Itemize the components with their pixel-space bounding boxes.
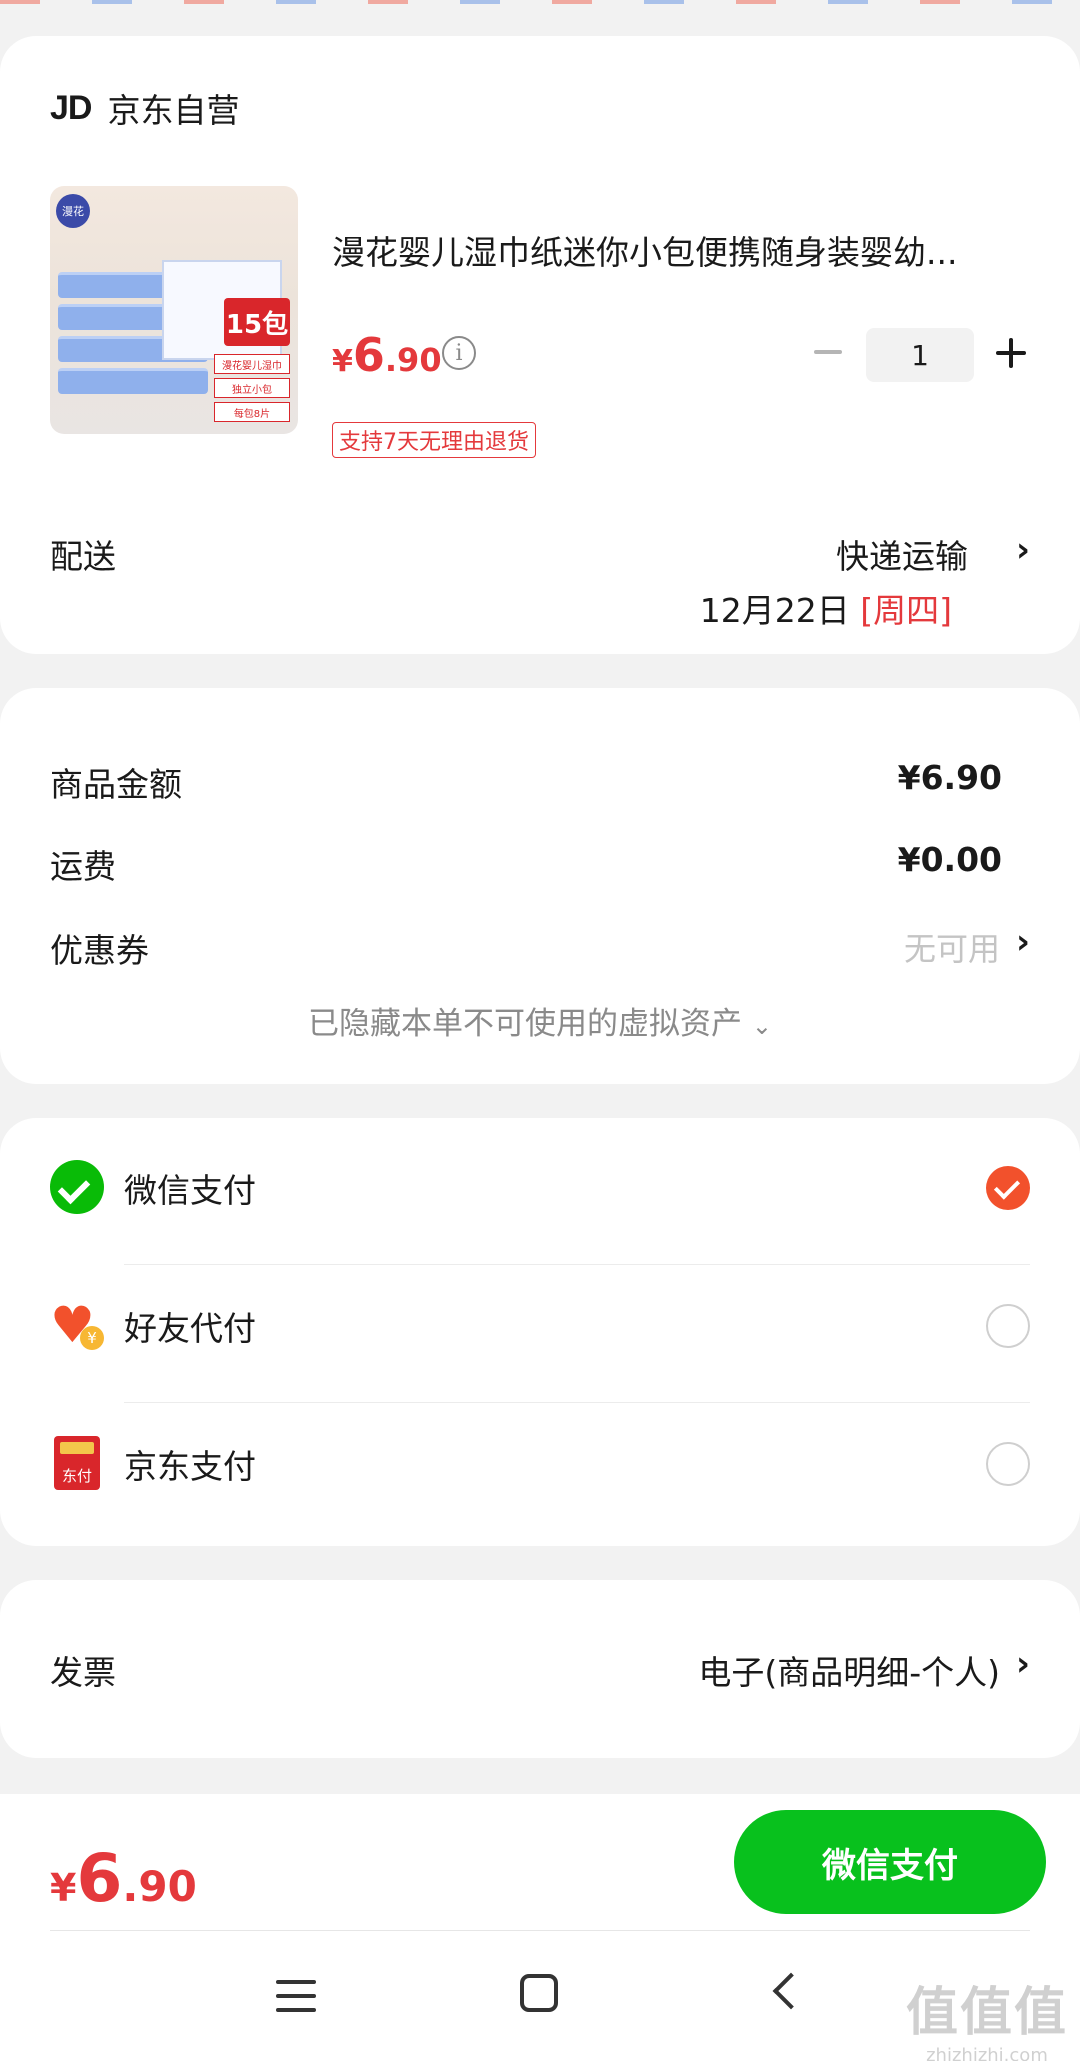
chevron-right-icon[interactable]: › (1016, 1644, 1030, 1684)
pack-count-badge: 15包 (224, 298, 290, 346)
envelope-stripe (0, 0, 1080, 4)
hidden-assets-text: 已隐藏本单不可使用的虚拟资产 (308, 1006, 743, 1042)
total-decimal: .90 (122, 1862, 197, 1911)
jd-logo-icon: JD (50, 88, 92, 127)
invoice-card[interactable]: 发票 电子(商品明细-个人) › (0, 1580, 1080, 1758)
payment-option-label: 京东支付 (124, 1447, 256, 1486)
quantity-input[interactable]: 1 (866, 328, 974, 382)
unselected-radio-icon[interactable] (986, 1442, 1030, 1486)
divider (50, 1930, 1030, 1931)
jd-pay-icon: 东付 (54, 1436, 100, 1490)
shipping-fee-value: ¥0.00 (897, 840, 1002, 879)
watermark-url: zhizhizhi.com (926, 2045, 1048, 2061)
image-tag: 独立小包 (214, 378, 290, 398)
total-integer: 6 (76, 1840, 123, 1917)
friend-pay-heart-icon: ♥ ¥ (50, 1298, 104, 1352)
shipping-fee-label: 运费 (50, 847, 116, 886)
hidden-assets-toggle[interactable]: 已隐藏本单不可使用的虚拟资产 ⌄ (0, 998, 1080, 1043)
payment-option-wechat[interactable]: 微信支付 (0, 1118, 1080, 1256)
payment-option-friend[interactable]: ♥ ¥ 好友代付 (0, 1256, 1080, 1394)
total-price: ¥ 6 .90 (50, 1840, 197, 1917)
quantity-increase-button[interactable] (994, 336, 1028, 370)
price-decimal: .90 (384, 341, 442, 379)
invoice-label: 发票 (50, 1653, 116, 1692)
chevron-down-icon: ⌄ (751, 1012, 772, 1040)
order-amount-card: 商品金额 ¥6.90 运费 ¥0.00 优惠券 无可用 › 已隐藏本单不可使用的… (0, 688, 1080, 1084)
wechat-pay-icon (50, 1160, 104, 1214)
price-info-icon[interactable]: i (442, 336, 476, 370)
coupon-value[interactable]: 无可用 (904, 924, 1000, 970)
delivery-method[interactable]: 快递运输 (836, 530, 968, 578)
home-icon[interactable] (520, 1974, 558, 2012)
unselected-radio-icon[interactable] (986, 1304, 1030, 1348)
yuan-badge-icon: ¥ (80, 1326, 104, 1350)
site-watermark: 值值值 zhizhizhi.com (906, 1970, 1068, 2061)
chevron-right-icon[interactable]: › (1016, 922, 1030, 962)
shop-row[interactable]: JD 京东自营 (50, 84, 239, 132)
product-thumbnail[interactable]: 漫花 15包 漫花婴儿湿巾 独立小包 每包8片 (50, 186, 298, 434)
payment-option-label: 好友代付 (124, 1309, 256, 1348)
goods-amount-value: ¥6.90 (897, 758, 1002, 797)
jd-pay-icon-text: 东付 (61, 1467, 92, 1485)
image-tag: 漫花婴儿湿巾 (214, 354, 290, 374)
image-tag: 每包8片 (214, 402, 290, 422)
delivery-date: 12月22日 [周四] (700, 584, 952, 632)
quantity-decrease-button[interactable] (812, 336, 844, 368)
product-card: JD 京东自营 漫花 15包 漫花婴儿湿巾 独立小包 每包8片 漫花婴儿湿巾纸迷… (0, 36, 1080, 654)
return-policy-tag: 支持7天无理由退货 (332, 422, 536, 458)
shop-name: 京东自营 (107, 91, 240, 130)
watermark-logo: 值值值 (905, 1983, 1068, 2043)
recent-apps-icon[interactable] (276, 1978, 316, 2014)
payment-option-jdpay[interactable]: 东付 京东支付 (0, 1394, 1080, 1532)
total-currency: ¥ (50, 1866, 77, 1910)
selected-radio-icon[interactable] (986, 1166, 1030, 1210)
product-brand-logo: 漫花 (56, 194, 90, 228)
payment-option-label: 微信支付 (124, 1171, 256, 1210)
back-icon[interactable] (772, 1972, 810, 2010)
wipes-pack-image (58, 368, 208, 394)
checkout-bar: ¥ 6 .90 微信支付 值值值 zhizhizhi.com (0, 1794, 1080, 2061)
pay-button[interactable]: 微信支付 (734, 1810, 1046, 1914)
invoice-value[interactable]: 电子(商品明细-个人) (698, 1646, 1000, 1694)
payment-method-card: 微信支付 ♥ ¥ 好友代付 东付 京东支付 (0, 1118, 1080, 1546)
product-title[interactable]: 漫花婴儿湿巾纸迷你小包便携随身装婴幼... (332, 226, 1032, 274)
price-integer: 6 (352, 328, 385, 382)
product-price: ¥ 6 .90 (332, 328, 442, 382)
delivery-label: 配送 (50, 537, 116, 576)
delivery-date-text: 12月22日 (699, 591, 850, 630)
price-currency: ¥ (332, 344, 353, 379)
chevron-right-icon[interactable]: › (1016, 530, 1030, 570)
coupon-label: 优惠券 (50, 931, 149, 970)
delivery-weekday: [周四] (860, 591, 952, 630)
goods-amount-label: 商品金额 (50, 765, 182, 804)
